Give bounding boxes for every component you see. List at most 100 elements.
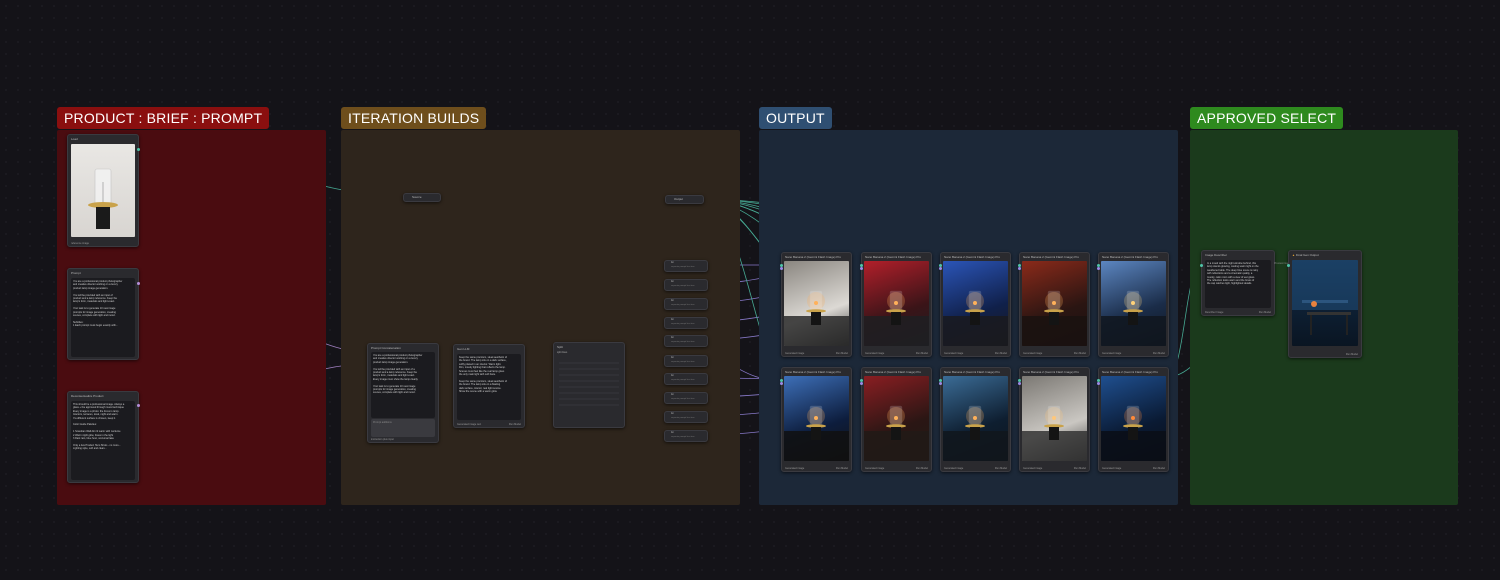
run-model-button[interactable]: Run Model: [1346, 353, 1358, 356]
node-footer-label: Generated image: [1023, 352, 1043, 355]
output-image-node[interactable]: Nano Banana 2 (Gemini Flash Image) Pro G…: [939, 367, 1011, 472]
source-reroute-node[interactable]: Source: [403, 193, 441, 202]
input-port[interactable]: [860, 267, 863, 270]
output-port[interactable]: [137, 404, 140, 407]
run-model-button[interactable]: Run Model: [916, 352, 928, 355]
list-item-node[interactable]: list separate prompt line item: [664, 260, 708, 272]
output-image-node[interactable]: Nano Banana 2 (Gemini Flash Image) Pro G…: [780, 252, 852, 357]
prompt-concat-node[interactable]: Prompt Concatenation You are a professio…: [367, 343, 439, 443]
split-node[interactable]: Split split lines: [553, 342, 625, 428]
node-title: Split: [557, 345, 563, 349]
lamp-scene-graphic: [784, 290, 849, 346]
run-model-button[interactable]: Run Model: [1074, 352, 1086, 355]
node-footer-label: Generated image: [785, 352, 805, 355]
node-title: Nano Banana 2 (Gemini Flash Image) Pro: [1102, 370, 1159, 374]
run-model-button[interactable]: Run Model: [916, 467, 928, 470]
node-title: Source: [412, 195, 422, 199]
lamp-scene-graphic: [1022, 405, 1087, 461]
input-port[interactable]: [1097, 382, 1100, 385]
run-model-button[interactable]: Run Model: [836, 352, 848, 355]
input-port[interactable]: [780, 382, 783, 385]
lamp-scene-graphic: [864, 290, 929, 346]
split-sub-label: split lines: [557, 351, 568, 354]
list-item-node[interactable]: list separate prompt line item: [664, 335, 708, 347]
output-image-node[interactable]: Nano Banana 2 (Gemini Flash Image) Pro G…: [1018, 252, 1090, 357]
run-model-button[interactable]: Run Model: [1259, 311, 1271, 314]
output-image-node[interactable]: Nano Banana 2 (Gemini Flash Image) Pro G…: [939, 252, 1011, 357]
concat-textarea[interactable]: You are a professional product photograp…: [371, 352, 435, 418]
list-item-node[interactable]: list separate prompt line item: [664, 317, 708, 329]
input-port[interactable]: [1018, 382, 1021, 385]
text-line: 1 Each prompt must begin exactly with...: [73, 324, 118, 328]
group-label-output[interactable]: OUTPUT: [759, 107, 832, 129]
input-port[interactable]: [1018, 267, 1021, 270]
brief-node[interactable]: Decontextualize Product This should be a…: [67, 391, 140, 483]
group-label-iteration[interactable]: ITERATION BUILDS: [341, 107, 487, 129]
gen-llm-node[interactable]: Gen LLM Keep the same premium, sleek aes…: [453, 344, 525, 428]
output-port[interactable]: [137, 148, 140, 151]
brief-textarea[interactable]: This should be a professional image. Alw…: [71, 401, 135, 480]
list-item-label: list: [671, 413, 674, 415]
run-model-button[interactable]: Run Model: [836, 467, 848, 470]
node-title: Image Describer: [1205, 253, 1228, 257]
output-reroute-node[interactable]: Output: [665, 195, 704, 204]
input-port[interactable]: [939, 267, 942, 270]
run-model-button[interactable]: Run Model: [509, 423, 521, 426]
run-model-button[interactable]: Run Model: [995, 352, 1007, 355]
node-title: Nano Banana 2 (Gemini Flash Image) Pro: [944, 370, 1001, 374]
concat-input[interactable]: Prompt additions: [371, 419, 435, 437]
list-item-node[interactable]: list separate prompt line item: [664, 298, 708, 310]
gen-textarea[interactable]: Keep the same premium, sleek aesthetic o…: [457, 354, 521, 420]
output-image-node[interactable]: Nano Banana 2 (Gemini Flash Image) Pro G…: [1097, 252, 1169, 357]
list-item-node[interactable]: list separate prompt line item: [664, 355, 708, 367]
input-port[interactable]: [860, 382, 863, 385]
final-output-node[interactable]: ▲ Final Gen Output Run Model: [1287, 250, 1362, 358]
list-item-node[interactable]: list separate prompt line item: [664, 392, 708, 404]
run-model-button[interactable]: Run Model: [1153, 352, 1165, 355]
image-describer-node[interactable]: Image Describer In a mood with the night…: [1200, 250, 1275, 316]
output-image-node[interactable]: Nano Banana 2 (Gemini Flash Image) Pro G…: [860, 252, 932, 357]
output-image-node[interactable]: Nano Banana 2 (Gemini Flash Image) Pro G…: [1018, 367, 1090, 472]
input-port[interactable]: [780, 267, 783, 270]
list-item-node[interactable]: list separate prompt line item: [664, 279, 708, 291]
describer-textarea[interactable]: In a mood with the night window behind, …: [1205, 260, 1271, 308]
generated-lamp-image: [943, 261, 1008, 346]
node-title: Nano Banana 2 (Gemini Flash Image) Pro: [1023, 255, 1080, 259]
output-image-node[interactable]: Nano Banana 2 (Gemini Flash Image) Pro G…: [780, 367, 852, 472]
run-model-button[interactable]: Run Model: [1074, 467, 1086, 470]
node-title: Output: [674, 197, 684, 201]
node-title: Decontextualize Product: [71, 394, 104, 398]
prompt-node[interactable]: Prompt You are a professional product ph…: [67, 268, 140, 360]
run-model-button[interactable]: Run Model: [995, 467, 1007, 470]
prompt-textarea[interactable]: You are a professional product photograp…: [71, 278, 135, 357]
list-item-node[interactable]: list separate prompt line item: [664, 411, 708, 423]
output-image-node[interactable]: Nano Banana 2 (Gemini Flash Image) Pro G…: [1097, 367, 1169, 472]
list-item-sub: separate prompt line item: [671, 379, 695, 381]
list-item-node[interactable]: list separate prompt line item: [664, 373, 708, 385]
list-item-label: list: [671, 300, 674, 302]
list-item-sub: separate prompt line item: [671, 398, 695, 400]
input-port[interactable]: [1287, 264, 1290, 267]
list-item-label: list: [671, 337, 674, 339]
load-image-node[interactable]: Load reference image: [67, 134, 140, 247]
input-port[interactable]: [1097, 267, 1100, 270]
lamp-scene-graphic: [943, 405, 1008, 461]
lamp-scene-graphic: [784, 405, 849, 461]
lamp-scene-graphic: [1101, 405, 1166, 461]
input-port[interactable]: [939, 382, 942, 385]
node-footer-label: Generated image: [1102, 352, 1122, 355]
text-line: scenes, complete with light and mood.: [373, 391, 416, 395]
node-title: Gen LLM: [457, 347, 470, 351]
text-line: Show the scene with a warm glow.: [459, 390, 498, 394]
input-port[interactable]: [1200, 264, 1203, 267]
output-port[interactable]: [137, 282, 140, 285]
node-footer-label: Generated image: [865, 467, 885, 470]
generated-lamp-image: [943, 376, 1008, 461]
list-item-node[interactable]: list separate prompt line item: [664, 430, 708, 442]
output-image-node[interactable]: Nano Banana 2 (Gemini Flash Image) Pro G…: [860, 367, 932, 472]
group-label-product[interactable]: PRODUCT : BRIEF : PROMPT: [57, 107, 270, 129]
list-item-sub: separate prompt line item: [671, 361, 695, 363]
group-label-approved[interactable]: APPROVED SELECT: [1190, 107, 1344, 129]
run-model-button[interactable]: Run Model: [1153, 467, 1165, 470]
list-item-sub: separate prompt line item: [671, 417, 695, 419]
